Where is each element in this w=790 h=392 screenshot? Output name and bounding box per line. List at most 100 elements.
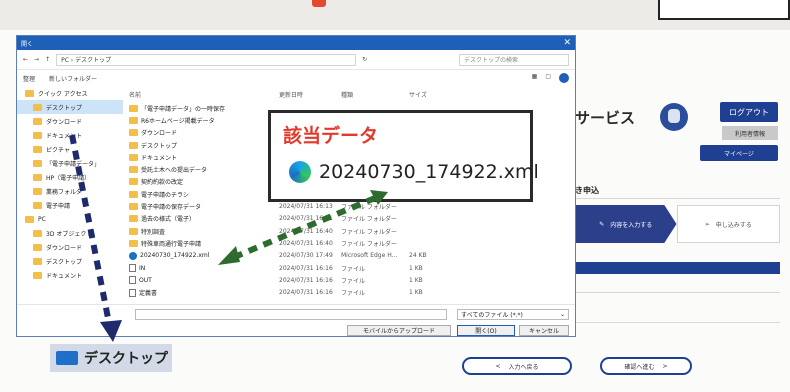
monitor-icon (56, 351, 78, 365)
folder-icon (129, 104, 138, 112)
column-size[interactable]: サイズ (409, 90, 459, 100)
divider (575, 198, 780, 199)
top-accent-mark (312, 0, 326, 7)
nav-item[interactable]: ドキュメント (17, 268, 123, 282)
divider (575, 322, 780, 323)
file-type: ファイル フォルダー (341, 216, 397, 224)
file-row[interactable]: IN 2024/07/31 16:16 ファイル 1 KB (127, 262, 572, 274)
filetype-select[interactable]: すべてのファイル (*.*) ⌄ (457, 309, 569, 320)
edge-file-icon (129, 251, 137, 260)
folder-icon (129, 153, 138, 161)
logout-button[interactable]: ログアウト (720, 102, 778, 122)
file-name-cell: 特別調査 (127, 227, 279, 236)
column-date[interactable]: 更新日時 (279, 90, 341, 100)
callout-title: 該当データ (283, 125, 379, 147)
nav-item[interactable]: 電子申請 (17, 198, 123, 212)
nav-item-label: クイック アクセス (38, 90, 88, 98)
mypage-button[interactable]: マイページ (700, 145, 778, 161)
file-row[interactable]: 20240730_174922.xml 2024/07/30 17:49 Micro… (127, 250, 572, 262)
folder-icon (33, 173, 42, 181)
folder-icon (33, 103, 42, 111)
file-icon (129, 276, 136, 285)
back-to-input-button[interactable]: < 入力へ戻る (462, 357, 572, 375)
file-name: 電子申請のチラシ (141, 191, 189, 199)
file-name-cell: OUT (127, 276, 279, 285)
column-name[interactable]: 名前 (127, 90, 279, 100)
file-name-cell: ドキュメント (127, 153, 279, 162)
folder-icon (33, 187, 42, 195)
file-name: 電子申請の保存データ (141, 204, 202, 212)
new-folder-button[interactable]: 新しいフォルダー (49, 74, 97, 83)
folder-icon (129, 178, 138, 186)
folder-icon (33, 117, 42, 125)
refresh-icon[interactable]: ↻ (362, 56, 367, 63)
step-submit-label: 申し込みする (715, 221, 752, 229)
step-input-label: 内容を入力する (610, 221, 653, 229)
file-date: 2024/07/31 16:16 (279, 264, 333, 272)
file-size: 1 KB (409, 289, 423, 297)
file-name-cell: デスクトップ (127, 141, 279, 150)
proceed-to-confirm-button[interactable]: 確認へ進む > (600, 357, 692, 375)
close-icon[interactable]: ✕ (563, 38, 571, 48)
folder-icon (129, 190, 138, 198)
file-row[interactable]: 定義書 2024/07/31 16:16 ファイル 1 KB (127, 286, 572, 298)
nav-item-label: デスクトップ (46, 258, 83, 266)
file-name: 受託土木への提出データ (141, 167, 208, 175)
up-arrow-icon[interactable]: ↑ (45, 56, 50, 63)
search-input[interactable]: デスクトップの検索 (459, 53, 569, 66)
file-type: Microsoft Edge H... (341, 252, 398, 260)
upload-from-mobile-button[interactable]: モバイルからアップロード (347, 325, 451, 336)
file-row[interactable]: 特別調査 2024/07/31 16:40 ファイル フォルダー (127, 225, 572, 237)
view-options-icon[interactable]: ▦ (532, 73, 538, 83)
help-icon[interactable] (559, 73, 569, 83)
nav-item[interactable]: デスクトップ (17, 100, 123, 114)
file-row[interactable]: 過去の様式（電子） 2024/07/31 16:31 ファイル フォルダー (127, 213, 572, 225)
cancel-button[interactable]: キャンセル (519, 325, 569, 336)
file-row[interactable]: 特殊車両通行電子申請 2024/07/31 16:40 ファイル フォルダー (127, 237, 572, 249)
top-frame (658, 0, 790, 20)
nav-item[interactable]: HP（電子申請） (17, 170, 123, 184)
back-arrow-icon[interactable]: ← (23, 56, 28, 63)
file-name-cell: 過去の様式（電子） (127, 214, 279, 223)
preview-pane-icon[interactable]: ▢ (545, 73, 551, 83)
column-type[interactable]: 種類 (341, 90, 409, 100)
folder-icon (33, 229, 42, 237)
file-name: OUT (139, 276, 152, 284)
step-submit: ➢ 申し込みする (676, 205, 780, 243)
file-type: ファイル フォルダー (341, 228, 397, 236)
organize-button[interactable]: 整理 (23, 74, 35, 83)
command-bar: 整理 新しいフォルダー ▦ ▢ (17, 70, 575, 86)
account-info-button[interactable]: 利用者情報 (722, 126, 778, 140)
nav-item-label: ドキュメント (46, 132, 83, 140)
file-name-cell: 電子申請の保存データ (127, 202, 279, 211)
file-row[interactable]: OUT 2024/07/31 16:16 ファイル 1 KB (127, 274, 572, 286)
nav-item[interactable]: 「電子申請データ」 (17, 156, 123, 170)
nav-item-label: PC (38, 215, 46, 223)
navigation-pane: クイック アクセス デスクトップ ダウンロード ドキュメント ピクチャ 「電子申請データ」… (17, 86, 123, 304)
nav-item[interactable]: ドキュメント (17, 128, 123, 142)
nav-item-label: ピクチャ (46, 146, 70, 154)
folder-icon (129, 203, 138, 211)
file-row[interactable]: 電子申請の保存データ 2024/07/31 16:13 ファイル フォルダー (127, 200, 572, 212)
file-type: ファイル (341, 290, 366, 298)
file-name-cell: 契約約款の改定 (127, 177, 279, 186)
section-title: き申込 (575, 186, 599, 195)
nav-item[interactable]: デスクトップ (17, 254, 123, 268)
file-date: 2024/07/31 16:16 (279, 276, 333, 284)
folder-icon (33, 201, 42, 209)
nav-item[interactable]: ダウンロード (17, 114, 123, 128)
nav-item-label: HP（電子申請） (46, 174, 91, 182)
nav-item[interactable]: クイック アクセス (17, 86, 123, 100)
nav-item[interactable]: 業務フォルダ (17, 184, 123, 198)
nav-item[interactable]: ダウンロード (17, 240, 123, 254)
nav-item[interactable]: PC (17, 212, 123, 226)
file-name-cell: 定義書 (127, 288, 279, 297)
forward-arrow-icon[interactable]: → (34, 56, 39, 63)
file-icon (129, 264, 136, 272)
address-path[interactable]: PC › デスクトップ (56, 53, 357, 66)
nav-item[interactable]: 3D オブジェクト (17, 226, 123, 240)
avatar-icon[interactable] (660, 103, 688, 131)
nav-item[interactable]: ピクチャ (17, 142, 123, 156)
open-button[interactable]: 開く(O) (457, 325, 515, 336)
filename-field[interactable] (135, 309, 447, 320)
